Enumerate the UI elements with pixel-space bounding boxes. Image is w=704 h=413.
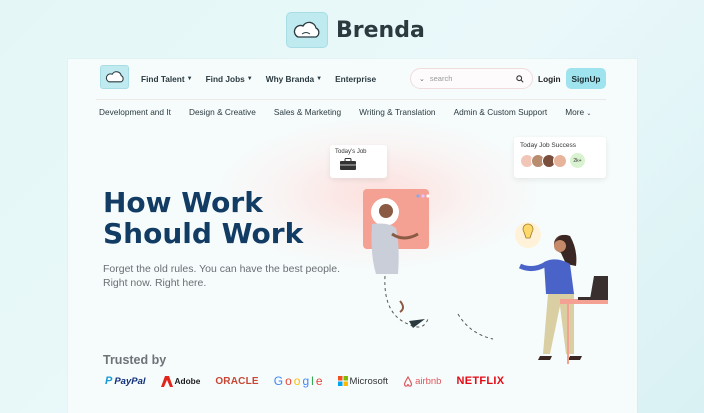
hero-illustration — [363, 189, 608, 364]
nav-enterprise[interactable]: Enterprise — [335, 74, 376, 84]
caret-down-icon: ▼ — [186, 76, 193, 82]
avatar-group: 2k+ — [520, 153, 600, 168]
today-job-card[interactable]: Today's Job — [330, 145, 387, 178]
trusted-heading: Trusted by — [103, 353, 167, 367]
oracle-logo: ORACLE — [215, 375, 259, 387]
brand-header: Brenda — [286, 11, 425, 49]
signup-button[interactable]: SignUp — [566, 68, 606, 89]
briefcase-icon — [340, 158, 356, 170]
search-input[interactable]: ⌄ search — [410, 68, 533, 89]
brand-logo[interactable] — [286, 12, 328, 48]
adobe-icon — [160, 375, 173, 387]
category-admin[interactable]: Admin & Custom Support — [454, 107, 548, 117]
brand-name: Brenda — [336, 17, 425, 43]
category-development[interactable]: Development and It — [99, 107, 171, 117]
caret-down-icon: ▼ — [316, 76, 323, 82]
chevron-down-icon: ⌄ — [586, 111, 592, 117]
airbnb-icon — [403, 375, 413, 387]
nav-find-talent[interactable]: Find Talent ▼ — [141, 74, 193, 84]
adobe-logo: Adobe — [160, 375, 200, 387]
today-job-label: Today's Job — [335, 149, 367, 155]
landing-page: Find Talent ▼ Find Jobs ▼ Why Branda ▼ Ente… — [68, 59, 637, 413]
search-icon[interactable] — [516, 74, 524, 83]
airbnb-logo: airbnb — [403, 375, 441, 387]
category-bar: Development and It Design & Creative Sal… — [99, 107, 591, 117]
nav-links: Find Talent ▼ Find Jobs ▼ Why Branda ▼ Ente… — [141, 74, 376, 84]
top-nav: Find Talent ▼ Find Jobs ▼ Why Branda ▼ Ente… — [68, 59, 637, 99]
cloud-icon — [105, 71, 124, 83]
caret-down-icon: ▼ — [246, 76, 253, 82]
nav-divider — [96, 99, 606, 100]
nav-why-branda[interactable]: Why Branda ▼ — [266, 74, 322, 84]
paypal-logo: P PayPal — [105, 375, 146, 387]
category-design[interactable]: Design & Creative — [189, 107, 256, 117]
cloud-icon — [293, 21, 320, 38]
paypal-icon: P — [105, 375, 113, 387]
chevron-down-icon[interactable]: ⌄ — [419, 75, 425, 83]
nav-logo[interactable] — [100, 65, 129, 89]
microsoft-icon — [337, 376, 348, 386]
job-success-card[interactable]: Today Job Success 2k+ — [514, 137, 606, 178]
nav-find-jobs[interactable]: Find Jobs ▼ — [206, 74, 253, 84]
microsoft-logo: Microsoft — [337, 376, 388, 387]
category-sales[interactable]: Sales & Marketing — [274, 107, 341, 117]
category-writing[interactable]: Writing & Translation — [359, 107, 435, 117]
netflix-logo: NETFLIX — [456, 375, 505, 387]
avatar — [553, 153, 567, 168]
extra-count-badge: 2k+ — [570, 153, 585, 168]
job-success-label: Today Job Success — [520, 142, 577, 149]
category-more[interactable]: More ⌄ — [565, 107, 591, 117]
trusted-logos: P PayPal Adobe ORACLE Google Microsoft a… — [105, 374, 519, 388]
google-logo: Google — [273, 374, 323, 388]
search-placeholder: search — [429, 74, 453, 83]
login-link[interactable]: Login — [538, 74, 561, 84]
